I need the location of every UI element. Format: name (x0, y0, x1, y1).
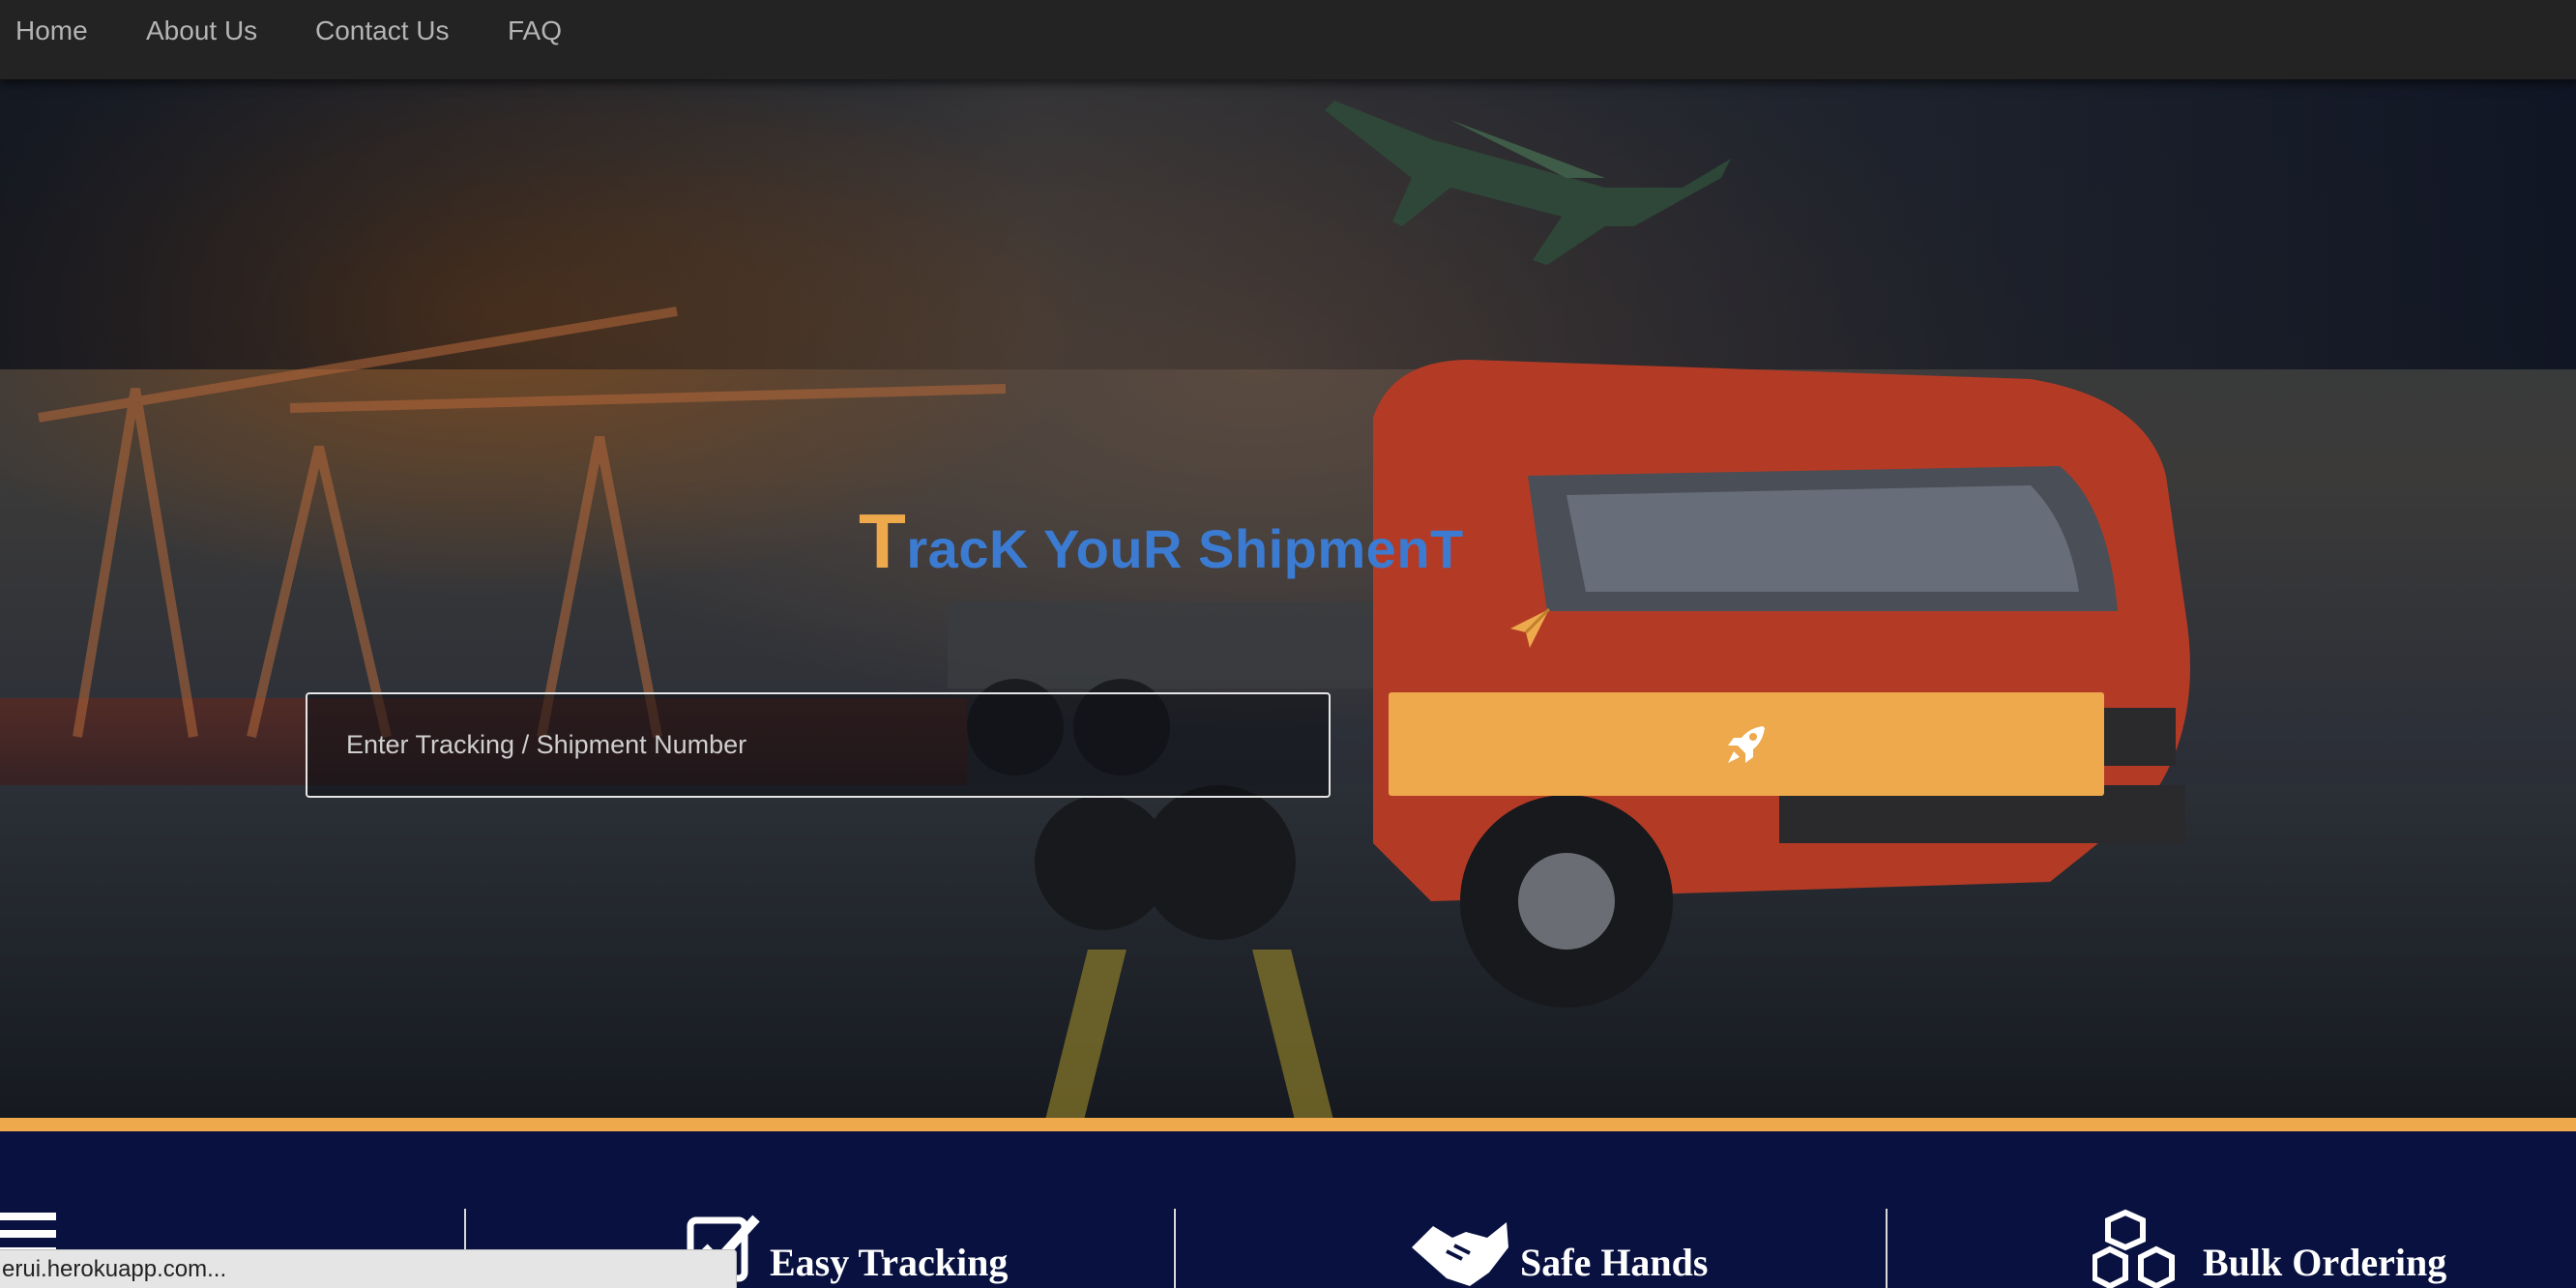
feature-divider (1174, 1209, 1176, 1288)
track-shipment-title: TracK YouR ShipmenT (859, 497, 1594, 586)
airplane-image (1325, 101, 1731, 265)
feature-divider (1886, 1209, 1888, 1288)
top-navbar: Home About Us Contact Us FAQ (0, 0, 2576, 79)
nav-contact-us-link[interactable]: Contact Us (315, 15, 450, 46)
feature-label-easy-tracking: Easy Tracking (770, 1241, 1009, 1284)
rocket-icon (1728, 725, 1765, 763)
nav-faq-link[interactable]: FAQ (508, 15, 562, 46)
hero-section: TracK YouR ShipmenT (0, 79, 2576, 1118)
cubes-icon (2093, 1209, 2175, 1288)
tracking-number-input[interactable] (306, 692, 1331, 798)
nav-home-link[interactable]: Home (15, 15, 88, 46)
nav-about-us-link[interactable]: About Us (146, 15, 257, 46)
feature-label-bulk-ordering: Bulk Ordering (2203, 1241, 2447, 1284)
accent-divider (0, 1118, 2576, 1131)
feature-label-safe-hands: Safe Hands (1520, 1241, 1709, 1284)
track-button[interactable] (1389, 692, 2104, 796)
title-first-letter: T (859, 498, 907, 584)
handshake-icon (1412, 1222, 1508, 1286)
title-rest: racK YouR ShipmenT (906, 518, 1464, 579)
browser-status-bar: erui.herokuapp.com... (0, 1249, 737, 1288)
paper-plane-icon (1510, 607, 1551, 648)
